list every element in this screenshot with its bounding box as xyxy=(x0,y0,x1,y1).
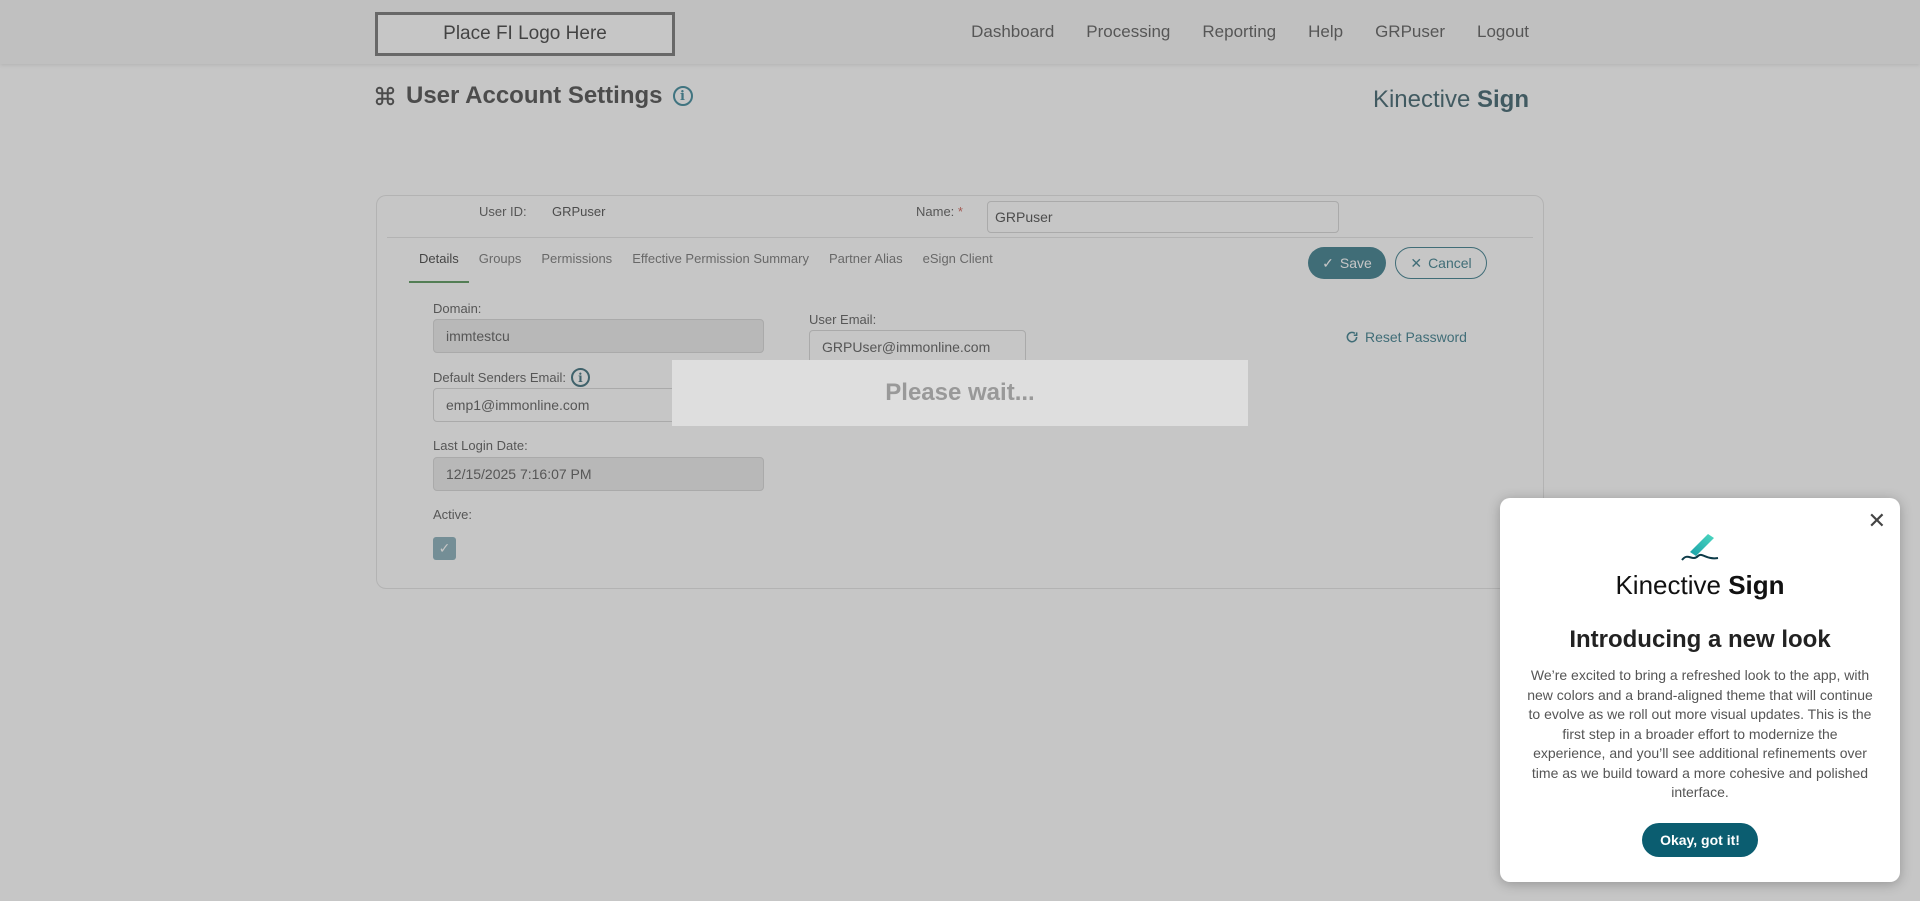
popup-brand: Kinective Sign xyxy=(1500,570,1900,601)
close-icon[interactable]: ✕ xyxy=(1868,508,1886,534)
popup-title: Introducing a new look xyxy=(1569,626,1831,653)
popup-brand-bold: Sign xyxy=(1728,570,1785,600)
new-look-popup: ✕ Kinective Sign Introducing a new look … xyxy=(1500,498,1900,882)
please-wait-message: Please wait... xyxy=(672,360,1248,426)
okay-got-it-button[interactable]: Okay, got it! xyxy=(1642,823,1758,857)
popup-body: We’re excited to bring a refreshed look … xyxy=(1527,667,1873,800)
kinective-pen-logo-icon xyxy=(1681,534,1719,561)
popup-brand-light: Kinective xyxy=(1615,570,1721,600)
